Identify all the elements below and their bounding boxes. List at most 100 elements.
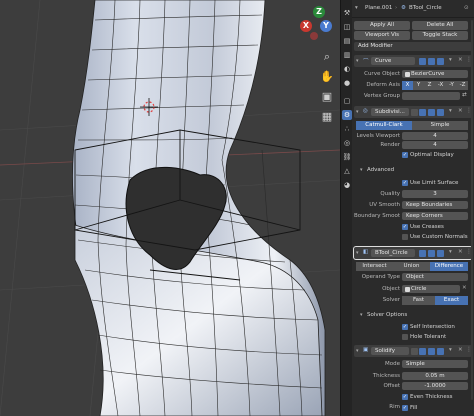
- on-cage-toggle-icon[interactable]: [411, 109, 418, 116]
- edit-mode-toggle-icon[interactable]: [419, 250, 426, 257]
- solidify-modifier-name[interactable]: Solidify: [371, 347, 409, 355]
- deform-axis-y[interactable]: Y: [413, 81, 424, 90]
- zoom-icon[interactable]: ⌕: [318, 48, 336, 66]
- edit-mode-toggle-icon[interactable]: [419, 109, 426, 116]
- quality-field[interactable]: 3: [402, 190, 468, 198]
- deform-axis-x[interactable]: X: [402, 81, 413, 90]
- collapse-caret-icon[interactable]: ▾: [356, 250, 359, 256]
- remove-modifier-icon[interactable]: ✕: [458, 57, 463, 63]
- properties-scrollbar[interactable]: [471, 20, 473, 400]
- viewport-toggle-icon[interactable]: [428, 348, 435, 355]
- data-tab-icon[interactable]: △: [342, 166, 352, 176]
- collapse-caret-icon[interactable]: ▾: [356, 109, 359, 115]
- intersect-op[interactable]: Intersect: [356, 262, 393, 271]
- thickness-field[interactable]: 0.05 m: [402, 372, 468, 380]
- simple-tab[interactable]: Simple: [412, 121, 468, 130]
- remove-modifier-icon[interactable]: ✕: [458, 108, 463, 114]
- on-cage-toggle-icon[interactable]: [411, 348, 418, 355]
- toggle-stack-button[interactable]: Toggle Stack: [412, 31, 468, 40]
- mesh-sheet-lower[interactable]: [74, 224, 323, 416]
- catmull-clark-tab[interactable]: Catmull-Clark: [356, 121, 412, 130]
- modifier-tab-icon[interactable]: ⚙: [342, 110, 352, 120]
- object-tab-icon[interactable]: ▢: [342, 96, 352, 106]
- gizmo-z-axis[interactable]: Z: [313, 6, 325, 18]
- solver-options-caret-icon[interactable]: ▾: [360, 312, 363, 318]
- curve-modifier-header[interactable]: ▾ ⌒ Curve ▾ ✕ ⋮⋮: [354, 55, 474, 67]
- render-toggle-icon[interactable]: [437, 109, 444, 116]
- render-tab-icon[interactable]: ◫: [342, 22, 352, 32]
- solidify-modifier-header[interactable]: ▾ ▣ Solidify ▾ ✕ ⋮⋮: [354, 345, 474, 357]
- advanced-subpanel[interactable]: Advanced: [367, 167, 394, 173]
- invert-arrows-icon[interactable]: ⇄: [462, 92, 467, 98]
- pan-hand-icon[interactable]: ✋: [318, 68, 336, 86]
- gizmo-neg-x[interactable]: [310, 32, 318, 40]
- even-thickness-checkbox[interactable]: ✓: [402, 394, 408, 400]
- object-field[interactable]: Circle: [402, 285, 460, 293]
- gizmo-y-axis[interactable]: Y: [320, 20, 332, 32]
- vertex-group-field[interactable]: [402, 92, 460, 100]
- use-creases-checkbox[interactable]: ✓: [402, 224, 408, 230]
- solver-exact[interactable]: Exact: [435, 296, 468, 305]
- pin-icon[interactable]: ⊙: [464, 5, 469, 11]
- physics-tab-icon[interactable]: ◎: [342, 138, 352, 148]
- viewport-toggle-icon[interactable]: [428, 109, 435, 116]
- gizmo-x-axis[interactable]: X: [300, 20, 312, 32]
- operand-type-dropdown[interactable]: Object: [402, 273, 468, 281]
- camera-icon[interactable]: ▣: [318, 88, 336, 106]
- edit-mode-toggle-icon[interactable]: [419, 58, 426, 65]
- curve-object-field[interactable]: BezierCurve: [402, 70, 468, 78]
- deform-axis-z[interactable]: Z: [424, 81, 435, 90]
- remove-modifier-icon[interactable]: ✕: [458, 249, 463, 255]
- viewport-toggle-icon[interactable]: [428, 58, 435, 65]
- hole-tolerant-checkbox[interactable]: ✓: [402, 334, 408, 340]
- optimal-display-checkbox[interactable]: ✓: [402, 152, 408, 158]
- render-levels-field[interactable]: 4: [402, 141, 468, 149]
- viewport-toggle-icon[interactable]: [428, 250, 435, 257]
- use-custom-normals-checkbox[interactable]: ✓: [402, 234, 408, 240]
- material-tab-icon[interactable]: ◕: [342, 180, 352, 190]
- 3d-viewport[interactable]: Z X Y ⌕ ✋ ▣ ▦: [0, 0, 340, 416]
- solver-fast[interactable]: Fast: [402, 296, 435, 305]
- particles-tab-icon[interactable]: ∴: [342, 124, 352, 134]
- render-toggle-icon[interactable]: [437, 348, 444, 355]
- viewport-vis-button[interactable]: Viewport Vis: [354, 31, 410, 40]
- subsurf-modifier-header[interactable]: ▾ ◎ Subdivisi... ▾ ✕ ⋮⋮: [354, 106, 474, 118]
- difference-op[interactable]: Difference: [430, 262, 468, 271]
- tool-tab-icon[interactable]: ⚒: [342, 8, 352, 18]
- deform-axis-neg-z[interactable]: -Z: [457, 81, 468, 90]
- use-limit-surface-checkbox[interactable]: ✓: [402, 180, 408, 186]
- mode-dropdown[interactable]: Simple: [402, 360, 468, 368]
- modifier-menu-icon[interactable]: ▾: [449, 108, 452, 114]
- modifier-menu-icon[interactable]: ▾: [449, 57, 452, 63]
- grid-icon[interactable]: ▦: [318, 108, 336, 126]
- subsurf-modifier-name[interactable]: Subdivisi...: [371, 108, 409, 116]
- deform-axis-neg-x[interactable]: -X: [435, 81, 446, 90]
- modifier-menu-icon[interactable]: ▾: [449, 347, 452, 353]
- constraints-tab-icon[interactable]: ⛓: [342, 152, 352, 162]
- curve-modifier-name[interactable]: Curve: [371, 57, 415, 65]
- add-modifier-button[interactable]: Add Modifier: [354, 42, 472, 51]
- solver-options-subpanel[interactable]: Solver Options: [367, 312, 407, 318]
- collapse-caret-icon[interactable]: ▾: [356, 58, 359, 64]
- deform-axis-neg-y[interactable]: -Y: [446, 81, 457, 90]
- render-toggle-icon[interactable]: [437, 58, 444, 65]
- collapse-caret-icon[interactable]: ▾: [356, 348, 359, 354]
- modifier-menu-icon[interactable]: ▾: [449, 249, 452, 255]
- boundary-smooth-dropdown[interactable]: Keep Corners: [402, 212, 468, 220]
- view-layer-tab-icon[interactable]: ▥: [342, 50, 352, 60]
- uv-smooth-dropdown[interactable]: Keep Boundaries: [402, 201, 468, 209]
- boolean-modifier-header[interactable]: ▾ ◧ BTool_Circle ▾ ✕ ⋮⋮: [353, 246, 474, 260]
- fill-rim-checkbox[interactable]: ✓: [402, 405, 408, 411]
- render-toggle-icon[interactable]: [437, 250, 444, 257]
- world-tab-icon[interactable]: ●: [342, 78, 352, 88]
- scene-tab-icon[interactable]: ◐: [342, 64, 352, 74]
- clear-object-icon[interactable]: ✕: [462, 285, 467, 291]
- remove-modifier-icon[interactable]: ✕: [458, 347, 463, 353]
- union-op[interactable]: Union: [393, 262, 430, 271]
- self-intersection-checkbox[interactable]: ✓: [402, 324, 408, 330]
- offset-field[interactable]: -1.0000: [402, 382, 468, 390]
- output-tab-icon[interactable]: ▤: [342, 36, 352, 46]
- advanced-caret-icon[interactable]: ▾: [360, 167, 363, 173]
- boolean-modifier-name[interactable]: BTool_Circle: [371, 249, 415, 257]
- edit-mode-toggle-icon[interactable]: [419, 348, 426, 355]
